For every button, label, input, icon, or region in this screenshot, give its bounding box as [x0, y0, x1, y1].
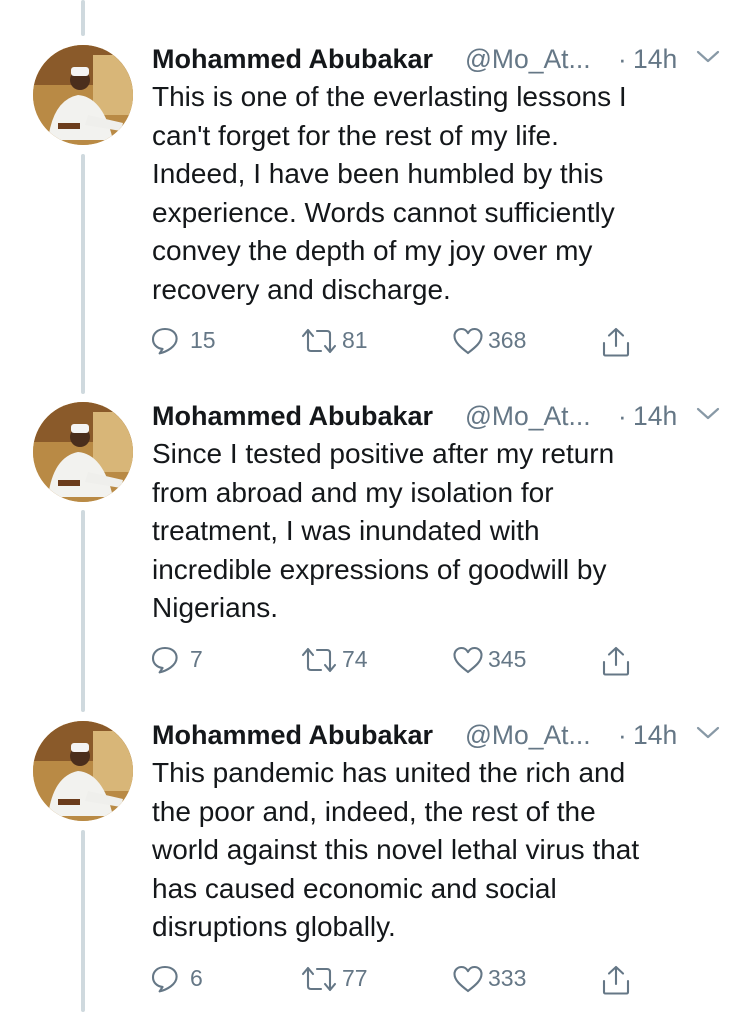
like-button[interactable]: 345 [452, 639, 562, 679]
like-button[interactable]: 368 [452, 320, 562, 360]
chevron-down-icon[interactable] [695, 404, 721, 424]
reply-button[interactable]: 6 [150, 958, 250, 998]
author-name[interactable]: Mohammed Abubakar [152, 397, 433, 435]
timestamp[interactable]: 14h [633, 716, 677, 754]
retweet-icon [300, 326, 338, 356]
like-button[interactable]: 333 [452, 958, 562, 998]
reply-icon [150, 645, 180, 675]
separator-dot: · [618, 401, 627, 431]
share-button[interactable] [600, 958, 640, 998]
reply-icon [150, 326, 180, 356]
like-count: 368 [488, 327, 527, 353]
like-count: 345 [488, 646, 527, 672]
avatar[interactable] [33, 402, 133, 502]
tweet-header: Mohammed Abubakar @Mo_At... · 14h [152, 397, 742, 435]
tweet-actions: 7 74 345 [150, 639, 650, 679]
retweet-button[interactable]: 74 [300, 639, 410, 679]
share-button[interactable] [600, 320, 640, 360]
reply-count: 7 [190, 646, 203, 672]
reply-count: 15 [190, 327, 216, 353]
author-handle[interactable]: @Mo_At... [465, 40, 591, 78]
separator-dot: · [618, 44, 627, 74]
tweet-actions: 6 77 333 [150, 958, 650, 998]
retweet-icon [300, 645, 338, 675]
chevron-down-icon[interactable] [695, 723, 721, 743]
like-count: 333 [488, 965, 527, 991]
reply-icon [150, 964, 180, 994]
share-icon [600, 326, 632, 358]
tweet-text: This is one of the everlasting lessons I… [152, 81, 627, 305]
author-handle[interactable]: @Mo_At... [465, 397, 591, 435]
share-icon [600, 645, 632, 677]
tweet-text: This pandemic has united the rich and th… [152, 757, 640, 942]
retweet-count: 77 [342, 965, 368, 991]
thread-line-top [81, 0, 85, 36]
tweet-actions: 15 81 368 [150, 320, 650, 360]
avatar[interactable] [33, 45, 133, 145]
avatar[interactable] [33, 721, 133, 821]
heart-icon [452, 964, 484, 994]
separator-dot: · [618, 720, 627, 750]
heart-icon [452, 645, 484, 675]
retweet-button[interactable]: 77 [300, 958, 410, 998]
tweet[interactable]: Mohammed Abubakar @Mo_At... · 14h Since … [0, 397, 750, 715]
share-button[interactable] [600, 639, 640, 679]
reply-button[interactable]: 15 [150, 320, 250, 360]
retweet-icon [300, 964, 338, 994]
reply-button[interactable]: 7 [150, 639, 250, 679]
author-name[interactable]: Mohammed Abubakar [152, 40, 433, 78]
timestamp[interactable]: 14h [633, 397, 677, 435]
retweet-count: 74 [342, 646, 368, 672]
tweet-header: Mohammed Abubakar @Mo_At... · 14h [152, 716, 742, 754]
tweet-header: Mohammed Abubakar @Mo_At... · 14h [152, 40, 742, 78]
retweet-button[interactable]: 81 [300, 320, 410, 360]
chevron-down-icon[interactable] [695, 47, 721, 67]
tweet-text: Since I tested positive after my return … [152, 438, 615, 623]
retweet-count: 81 [342, 327, 368, 353]
share-icon [600, 964, 632, 996]
tweet[interactable]: Mohammed Abubakar @Mo_At... · 14h This i… [0, 40, 750, 358]
tweet[interactable]: Mohammed Abubakar @Mo_At... · 14h This p… [0, 716, 750, 1034]
author-name[interactable]: Mohammed Abubakar [152, 716, 433, 754]
heart-icon [452, 326, 484, 356]
reply-count: 6 [190, 965, 203, 991]
author-handle[interactable]: @Mo_At... [465, 716, 591, 754]
timestamp[interactable]: 14h [633, 40, 677, 78]
